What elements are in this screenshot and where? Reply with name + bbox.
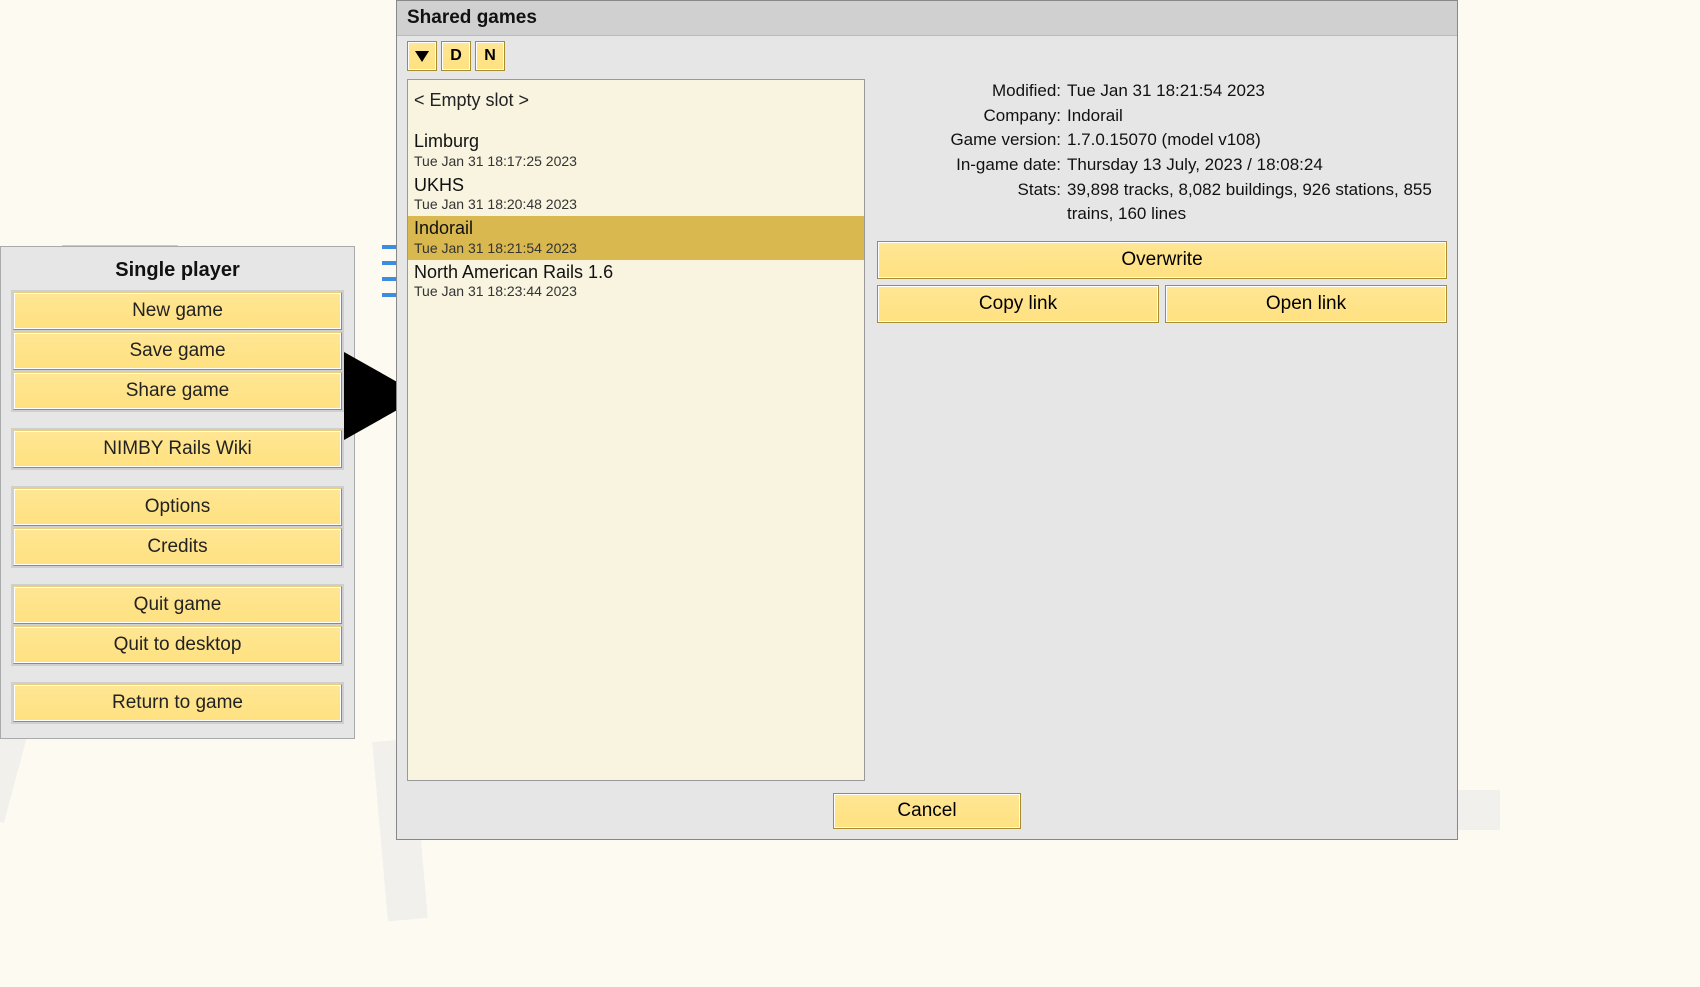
saved-games-list[interactable]: < Empty slot > Limburg Tue Jan 31 18:17:… xyxy=(407,79,865,781)
panel-title: Single player xyxy=(13,255,342,290)
list-item-name: UKHS xyxy=(414,175,858,197)
open-link-button[interactable]: Open link xyxy=(1165,285,1447,323)
quit-game-button[interactable]: Quit game xyxy=(13,586,342,624)
list-item[interactable]: UKHS Tue Jan 31 18:20:48 2023 xyxy=(408,173,864,217)
new-game-button[interactable]: New game xyxy=(13,292,342,330)
detail-label: Company: xyxy=(877,104,1067,129)
list-item-date: Tue Jan 31 18:17:25 2023 xyxy=(414,153,858,169)
dialog-title: Shared games xyxy=(397,1,1457,36)
list-item[interactable]: Limburg Tue Jan 31 18:17:25 2023 xyxy=(408,129,864,173)
list-item-name: Indorail xyxy=(414,218,858,240)
detail-label: Stats: xyxy=(877,178,1067,227)
credits-button[interactable]: Credits xyxy=(13,528,342,566)
detail-label: Game version: xyxy=(877,128,1067,153)
detail-label: In-game date: xyxy=(877,153,1067,178)
detail-value: 1.7.0.15070 (model v108) xyxy=(1067,128,1447,153)
detail-value: 39,898 tracks, 8,082 buildings, 926 stat… xyxy=(1067,178,1447,227)
return-to-game-button[interactable]: Return to game xyxy=(13,684,342,722)
save-details-pane: Modified:Tue Jan 31 18:21:54 2023 Compan… xyxy=(877,79,1447,323)
map-rail xyxy=(382,293,396,297)
empty-slot-item[interactable]: < Empty slot > xyxy=(408,80,864,129)
options-button[interactable]: Options xyxy=(13,488,342,526)
single-player-panel: Single player New game Save game Share g… xyxy=(0,246,355,739)
map-rail xyxy=(382,245,396,249)
overwrite-button[interactable]: Overwrite xyxy=(877,241,1447,279)
map-rail xyxy=(382,277,396,281)
wiki-button[interactable]: NIMBY Rails Wiki xyxy=(13,430,342,468)
list-item-date: Tue Jan 31 18:23:44 2023 xyxy=(414,283,858,299)
list-item[interactable]: Indorail Tue Jan 31 18:21:54 2023 xyxy=(408,216,864,260)
chevron-down-icon xyxy=(415,51,429,62)
detail-value: Tue Jan 31 18:21:54 2023 xyxy=(1067,79,1447,104)
detail-value: Indorail xyxy=(1067,104,1447,129)
cancel-button[interactable]: Cancel xyxy=(833,793,1021,829)
detail-value: Thursday 13 July, 2023 / 18:08:24 xyxy=(1067,153,1447,178)
share-game-button[interactable]: Share game xyxy=(13,372,342,410)
sort-dropdown-button[interactable] xyxy=(407,41,437,71)
quit-to-desktop-button[interactable]: Quit to desktop xyxy=(13,626,342,664)
copy-link-button[interactable]: Copy link xyxy=(877,285,1159,323)
detail-label: Modified: xyxy=(877,79,1067,104)
map-rail xyxy=(382,261,396,265)
sort-by-name-button[interactable]: N xyxy=(475,41,505,71)
save-game-button[interactable]: Save game xyxy=(13,332,342,370)
list-item[interactable]: North American Rails 1.6 Tue Jan 31 18:2… xyxy=(408,260,864,304)
list-item-date: Tue Jan 31 18:20:48 2023 xyxy=(414,196,858,212)
list-item-name: Limburg xyxy=(414,131,858,153)
sort-by-date-button[interactable]: D xyxy=(441,41,471,71)
list-item-date: Tue Jan 31 18:21:54 2023 xyxy=(414,240,858,256)
shared-games-dialog: Shared games D N < Empty slot > Limburg … xyxy=(396,0,1458,840)
list-item-name: North American Rails 1.6 xyxy=(414,262,858,284)
